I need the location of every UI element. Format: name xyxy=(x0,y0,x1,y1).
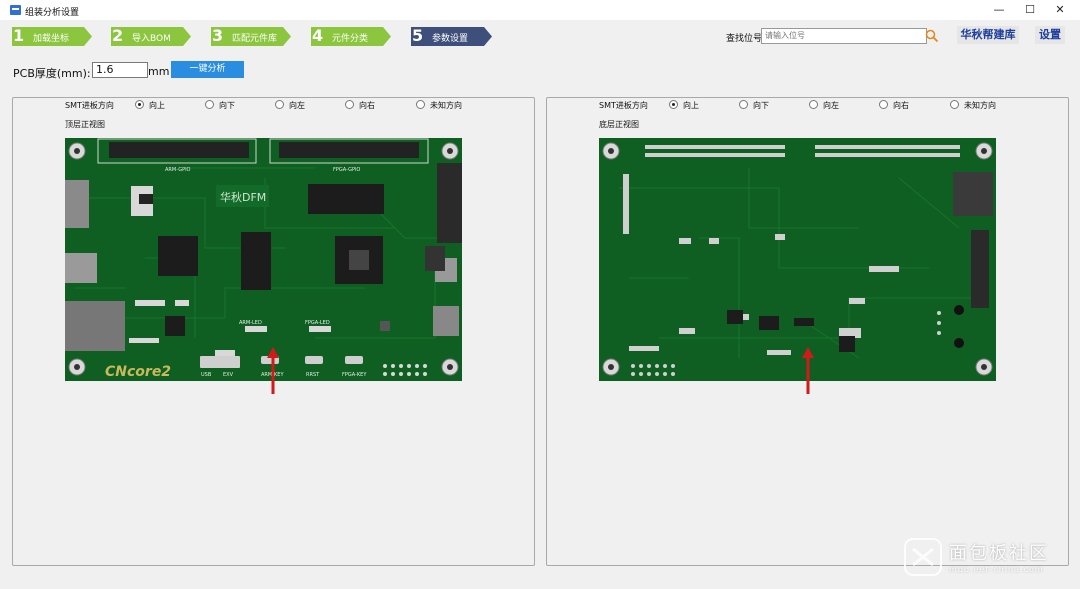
step-number: 1 xyxy=(13,26,25,45)
search-label: 查找位号 xyxy=(726,34,763,44)
pcb-thickness-input[interactable]: 1.6 xyxy=(92,62,148,78)
watermark-logo-icon xyxy=(904,538,942,576)
radio-label: 未知方向 xyxy=(964,101,996,110)
step-number: 4 xyxy=(312,26,324,45)
step-import-bom[interactable]: 2 导入BOM xyxy=(111,26,191,46)
window-title: 组装分析设置 xyxy=(25,8,80,18)
radio-right[interactable]: 向右 xyxy=(879,100,909,111)
direction-arrow-icon xyxy=(267,347,279,394)
arm-led-label: ARM-LED xyxy=(239,320,262,326)
fpga-led-label: FPGA-LED xyxy=(305,320,330,326)
maximize-button[interactable]: ☐ xyxy=(1016,2,1044,18)
watermark-sub: mbb.eet-china.com xyxy=(949,565,1044,574)
exv-label: EXV xyxy=(223,372,234,378)
step-match-library[interactable]: 3 匹配元件库 xyxy=(211,26,291,46)
radio-label: 向左 xyxy=(289,101,305,110)
brand-logo: CNcore2 xyxy=(105,364,171,380)
radio-left[interactable]: 向左 xyxy=(809,100,839,111)
one-click-analyze-button[interactable]: 一键分析 xyxy=(171,61,244,78)
radio-dot xyxy=(135,100,144,109)
radio-label: 向左 xyxy=(823,101,839,110)
step-label: 加载坐标 xyxy=(33,34,70,44)
radio-dot xyxy=(416,100,425,109)
radio-down[interactable]: 向下 xyxy=(739,100,769,111)
radio-dot xyxy=(739,100,748,109)
step-classify-components[interactable]: 4 元件分类 xyxy=(311,26,391,46)
search-input[interactable] xyxy=(761,28,927,44)
radio-dot xyxy=(205,100,214,109)
radio-label: 向上 xyxy=(149,101,165,110)
board-logo: 华秋DFM xyxy=(220,190,266,204)
radio-up[interactable]: 向上 xyxy=(669,100,699,111)
step-parameter-settings[interactable]: 5 参数设置 xyxy=(411,26,492,46)
step-number: 2 xyxy=(112,26,124,45)
top-pcb-image: ARM-GPIO FPGA-GPIO 华秋DFM ARM-LED FPGA-LE… xyxy=(65,138,462,381)
radio-unknown[interactable]: 未知方向 xyxy=(416,100,462,111)
step-label: 参数设置 xyxy=(432,34,469,44)
radio-label: 向下 xyxy=(219,101,235,110)
settings-button[interactable]: 设置 xyxy=(1035,26,1065,44)
radio-dot xyxy=(275,100,284,109)
radio-label: 向右 xyxy=(893,101,909,110)
direction-arrow-icon xyxy=(802,347,814,394)
smt-direction-label: SMT进板方向 xyxy=(599,101,648,110)
fpga-key-label: FPGA-KEY xyxy=(342,372,367,378)
close-button[interactable]: ✕ xyxy=(1046,2,1074,18)
bottom-view-label: 底层正视图 xyxy=(599,120,639,129)
radio-dot xyxy=(345,100,354,109)
radio-dot xyxy=(950,100,959,109)
bottom-pcb-image xyxy=(599,138,996,381)
title-bar: 组装分析设置 — ☐ ✕ xyxy=(0,0,1080,20)
library-button[interactable]: 华秋帮建库 xyxy=(957,26,1019,44)
step-label: 导入BOM xyxy=(132,34,171,44)
radio-label: 向上 xyxy=(683,101,699,110)
minimize-button[interactable]: — xyxy=(985,2,1013,18)
step-label: 元件分类 xyxy=(332,34,369,44)
arm-gpio-label: ARM-GPIO xyxy=(165,167,191,173)
radio-left[interactable]: 向左 xyxy=(275,100,305,111)
bottom-view-panel: SMT进板方向 向上 向下 向左 向右 未知方向 底层正视图 xyxy=(546,97,1069,566)
smt-direction-label: SMT进板方向 xyxy=(65,101,114,110)
step-number: 5 xyxy=(412,26,424,45)
rest-label: RRST xyxy=(306,372,320,378)
step-load-coordinates[interactable]: 1 加载坐标 xyxy=(12,26,92,46)
top-view-panel: SMT进板方向 向上 向下 向左 向右 未知方向 顶层正视图 ARM-GPIO … xyxy=(12,97,535,566)
radio-right[interactable]: 向右 xyxy=(345,100,375,111)
pcb-unit: mm xyxy=(148,65,170,78)
radio-unknown[interactable]: 未知方向 xyxy=(950,100,996,111)
radio-label: 未知方向 xyxy=(430,101,462,110)
pcb-thickness-label: PCB厚度(mm): xyxy=(13,67,91,80)
radio-dot xyxy=(879,100,888,109)
radio-dot xyxy=(809,100,818,109)
watermark: 面包板社区 mbb.eet-china.com xyxy=(903,535,1073,579)
watermark-text: 面包板社区 xyxy=(949,543,1049,564)
radio-up[interactable]: 向上 xyxy=(135,100,165,111)
step-number: 3 xyxy=(212,26,224,45)
search-icon[interactable] xyxy=(925,29,939,43)
radio-dot xyxy=(669,100,678,109)
fpga-gpio-label: FPGA-GPIO xyxy=(333,167,360,173)
step-label: 匹配元件库 xyxy=(232,34,278,44)
radio-label: 向右 xyxy=(359,101,375,110)
usb-label: USB xyxy=(201,372,212,378)
radio-down[interactable]: 向下 xyxy=(205,100,235,111)
top-view-label: 顶层正视图 xyxy=(65,120,105,129)
app-icon xyxy=(10,5,21,15)
radio-label: 向下 xyxy=(753,101,769,110)
